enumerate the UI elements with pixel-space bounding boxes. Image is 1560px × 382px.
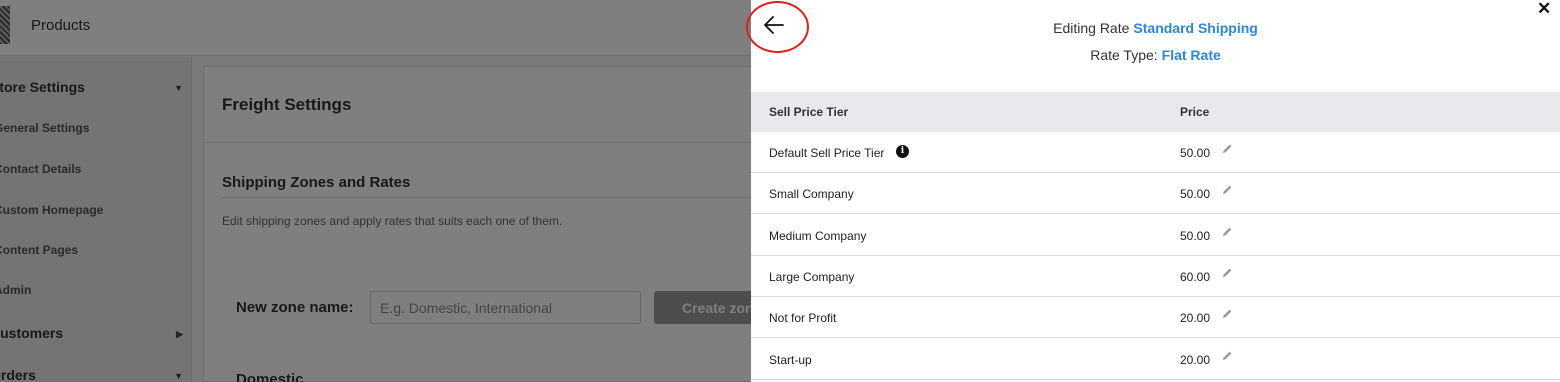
- pencil-icon[interactable]: [1221, 143, 1233, 155]
- edit-rate-panel: ✕ Editing Rate Standard Shipping Rate Typ…: [746, 0, 1560, 382]
- table-row: Medium Company 50.00: [751, 215, 1560, 256]
- table-header: Sell Price Tier Price: [751, 92, 1560, 132]
- rate-type-label: Rate Type:: [1090, 47, 1158, 63]
- tier-name: Large Company: [769, 270, 855, 284]
- pencil-icon[interactable]: [1221, 226, 1233, 238]
- table-row: Start-up 20.00: [751, 339, 1560, 380]
- tier-price: 20.00: [1180, 353, 1211, 367]
- editing-rate-heading: Editing Rate Standard Shipping: [751, 20, 1560, 36]
- tier-price: 50.00: [1180, 229, 1211, 243]
- column-header-tier: Sell Price Tier: [769, 105, 849, 119]
- tier-price: 50.00: [1180, 146, 1211, 160]
- modal-backdrop[interactable]: [0, 0, 751, 382]
- pencil-icon[interactable]: [1221, 267, 1233, 279]
- pencil-icon[interactable]: [1221, 308, 1233, 320]
- tier-name: Small Company: [769, 187, 854, 201]
- table-row: Large Company 60.00: [751, 256, 1560, 297]
- pencil-icon[interactable]: [1221, 184, 1233, 196]
- close-icon[interactable]: ✕: [1537, 0, 1551, 17]
- rate-type-heading: Rate Type: Flat Rate: [751, 47, 1560, 63]
- rate-name: Standard Shipping: [1133, 20, 1258, 36]
- tier-price: 50.00: [1180, 187, 1211, 201]
- tier-price: 60.00: [1180, 270, 1211, 284]
- table-row: Default Sell Price Tier i 50.00: [751, 132, 1560, 173]
- table-row: Small Company 50.00: [751, 173, 1560, 214]
- pencil-icon[interactable]: [1221, 350, 1233, 362]
- tier-name: Start-up: [769, 353, 812, 367]
- table-row: Not for Profit 20.00: [751, 297, 1560, 338]
- column-header-price: Price: [1180, 105, 1210, 119]
- tier-price: 20.00: [1180, 311, 1211, 325]
- info-icon[interactable]: i: [896, 145, 909, 158]
- editing-rate-label: Editing Rate: [1053, 20, 1130, 36]
- tier-name: Medium Company: [769, 229, 867, 243]
- tier-name: Default Sell Price Tier: [769, 146, 885, 160]
- tier-name: Not for Profit: [769, 311, 837, 325]
- rate-type-value: Flat Rate: [1161, 47, 1221, 63]
